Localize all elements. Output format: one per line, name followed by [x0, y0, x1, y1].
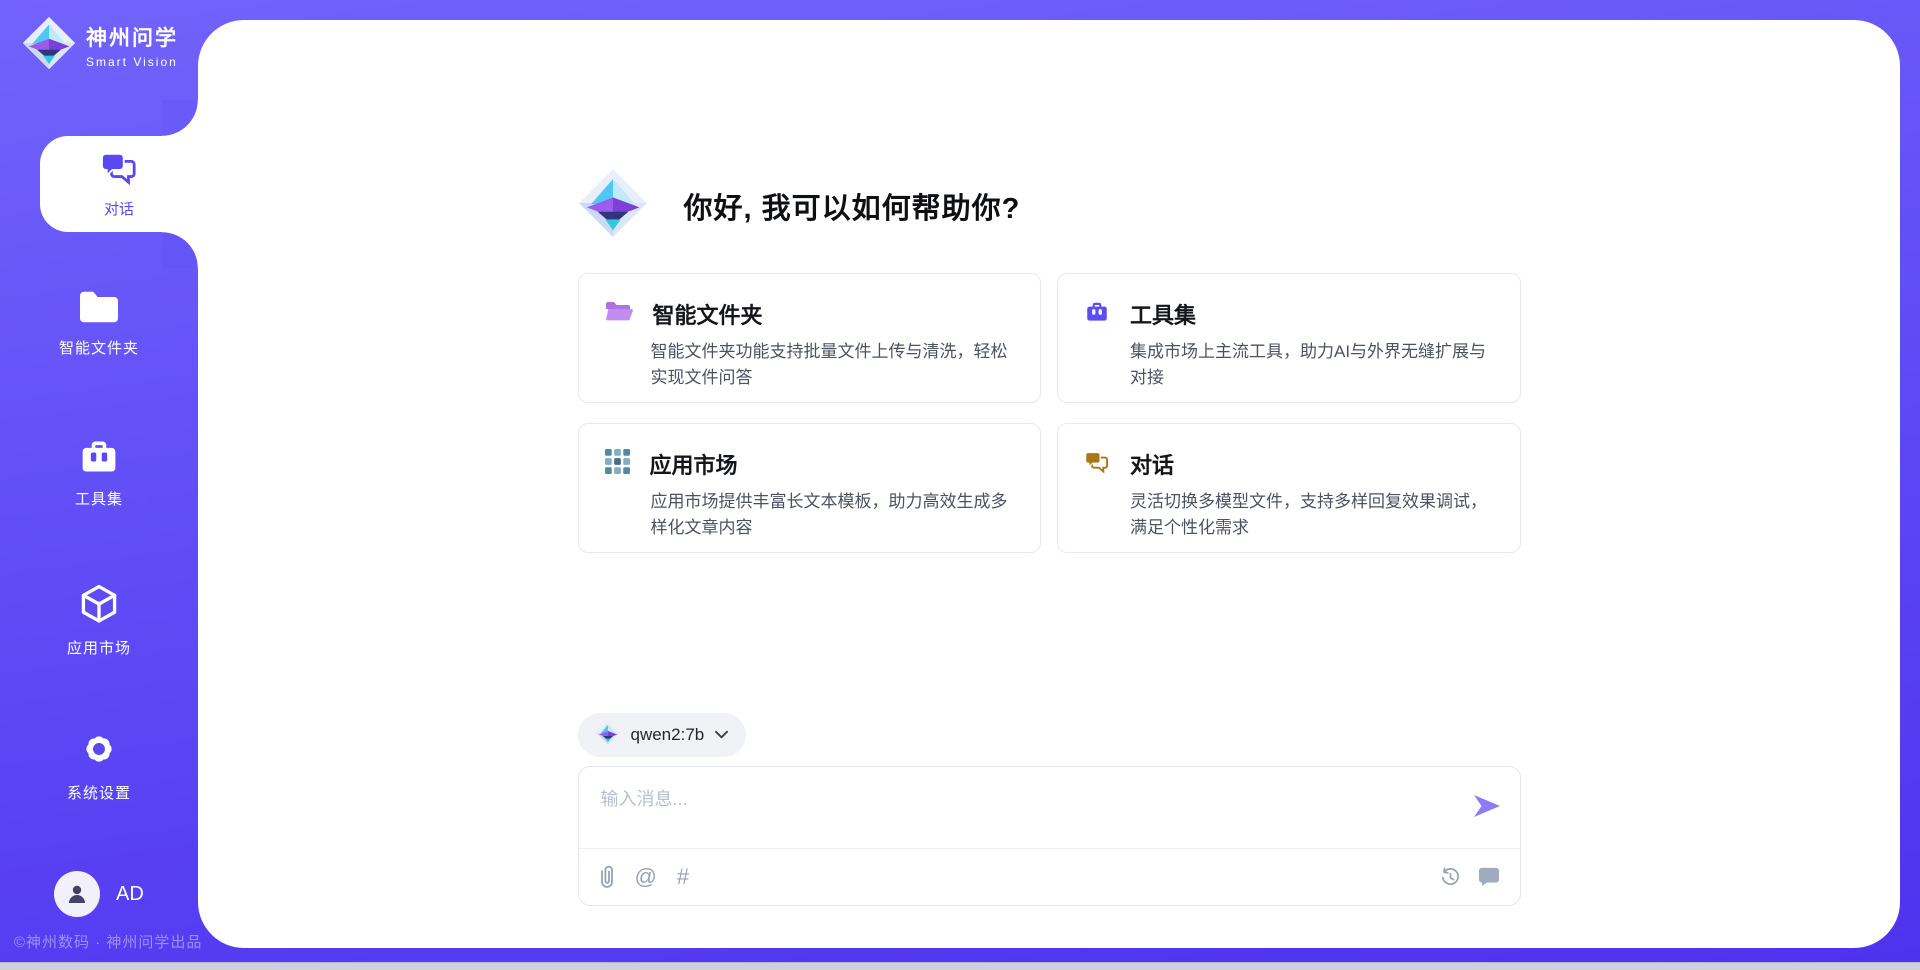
sidebar-item-app-market[interactable]: 应用市场 — [0, 582, 198, 658]
card-description: 应用市场提供丰富长文本模板，助力高效生成多样化文章内容 — [651, 489, 1015, 540]
card-title: 智能文件夹 — [653, 298, 763, 330]
greeting-title: 你好, 我可以如何帮助你? — [684, 185, 1021, 227]
send-icon[interactable] — [1473, 795, 1500, 817]
grid-icon — [605, 449, 630, 479]
sidebar-item-label: 智能文件夹 — [0, 337, 198, 358]
chat-home-content: 你好, 我可以如何帮助你? 智能文件夹 智能文件夹功能支持批量文件上传与清洗，轻… — [578, 20, 1521, 906]
paperclip-icon[interactable] — [599, 865, 615, 889]
card-chat[interactable]: 对话 灵活切换多模型文件，支持多样回复效果调试，满足个性化需求 — [1057, 423, 1521, 553]
card-title: 对话 — [1130, 448, 1174, 480]
chat-icon — [1084, 450, 1110, 479]
comment-icon[interactable] — [1478, 867, 1500, 887]
brand-subtitle: Smart Vision — [86, 55, 178, 69]
model-name: qwen2:7b — [631, 725, 705, 745]
sidebar-item-settings[interactable]: 系统设置 — [0, 727, 198, 803]
sidebar-item-label: 系统设置 — [0, 782, 198, 803]
brand-diamond-logo-icon — [578, 168, 648, 243]
card-description: 集成市场上主流工具，助力AI与外界无缝扩展与对接 — [1130, 339, 1494, 390]
sidebar-footer: ©神州数码 · 神州问学出品 — [14, 931, 202, 952]
history-icon[interactable] — [1439, 866, 1462, 889]
sidebar-item-toolset[interactable]: 工具集 — [0, 437, 198, 509]
welcome-header: 你好, 我可以如何帮助你? — [578, 168, 1521, 243]
model-diamond-logo-icon — [596, 721, 620, 750]
sidebar-item-label: 应用市场 — [0, 637, 198, 658]
card-description: 智能文件夹功能支持批量文件上传与清洗，轻松实现文件问答 — [651, 339, 1015, 390]
sidebar-item-chat[interactable]: 对话 — [40, 136, 198, 232]
sidebar-item-smart-folder[interactable]: 智能文件夹 — [0, 288, 198, 358]
folder-icon — [605, 300, 633, 329]
composer-toolbar: @ # — [579, 849, 1520, 905]
user-name: AD — [116, 883, 144, 906]
card-app-market[interactable]: 应用市场 应用市场提供丰富长文本模板，助力高效生成多样化文章内容 — [578, 423, 1042, 553]
user-account[interactable]: AD — [54, 871, 144, 917]
mention-icon[interactable]: @ — [635, 866, 657, 888]
brand-diamond-logo-icon — [22, 16, 76, 75]
user-avatar-icon — [54, 871, 100, 917]
gear-icon — [0, 727, 198, 771]
feature-cards: 智能文件夹 智能文件夹功能支持批量文件上传与清洗，轻松实现文件问答 — [578, 273, 1521, 553]
model-selector[interactable]: qwen2:7b — [578, 713, 747, 757]
brand: 神州问学 Smart Vision — [0, 0, 198, 75]
cube-icon — [0, 582, 198, 626]
chevron-down-icon — [715, 726, 728, 744]
folder-icon — [0, 288, 198, 326]
brand-name: 神州问学 — [86, 22, 178, 52]
card-description: 灵活切换多模型文件，支持多样回复效果调试，满足个性化需求 — [1130, 489, 1494, 540]
window-bottom-edge — [0, 962, 1920, 970]
card-toolset[interactable]: 工具集 集成市场上主流工具，助力AI与外界无缝扩展与对接 — [1057, 273, 1521, 403]
sidebar-item-label: 工具集 — [0, 488, 198, 509]
card-title: 工具集 — [1130, 298, 1196, 330]
card-title: 应用市场 — [650, 448, 738, 480]
app-window: 你好, 我可以如何帮助你? 智能文件夹 智能文件夹功能支持批量文件上传与清洗，轻… — [0, 0, 1920, 962]
toolbox-icon — [1084, 300, 1110, 329]
message-input[interactable] — [579, 767, 1520, 849]
chat-icon — [100, 150, 138, 191]
sidebar-item-label: 对话 — [104, 198, 134, 219]
sidebar: 神州问学 Smart Vision 对话 智能文件夹 — [0, 0, 198, 962]
toolbox-icon — [0, 437, 198, 477]
hash-icon[interactable]: # — [677, 866, 689, 888]
message-composer: @ # — [578, 766, 1521, 906]
main-panel: 你好, 我可以如何帮助你? 智能文件夹 智能文件夹功能支持批量文件上传与清洗，轻… — [198, 20, 1900, 948]
card-smart-folder[interactable]: 智能文件夹 智能文件夹功能支持批量文件上传与清洗，轻松实现文件问答 — [578, 273, 1042, 403]
